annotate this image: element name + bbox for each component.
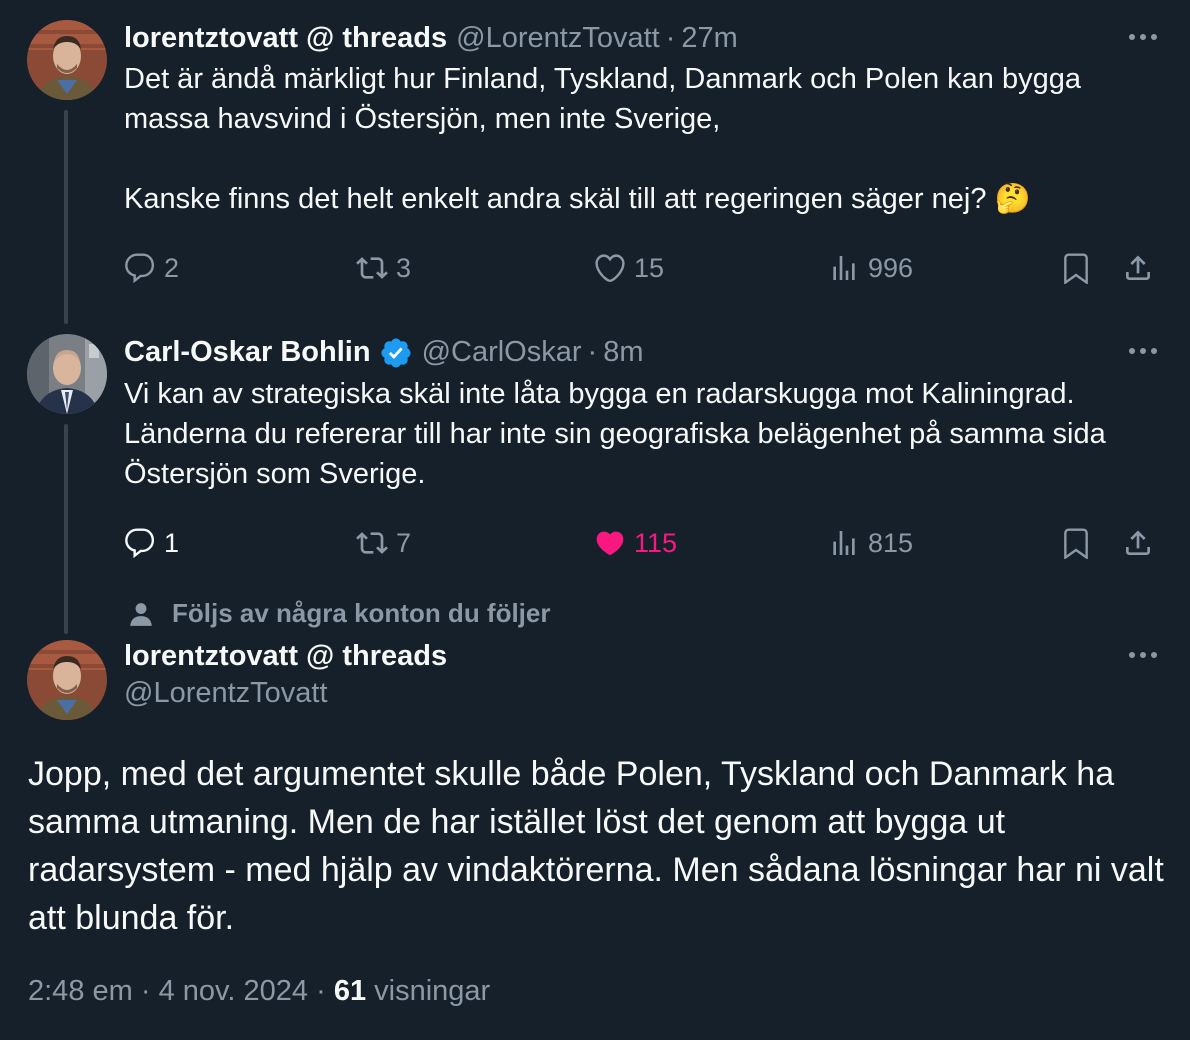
share-button[interactable] [1122,250,1154,286]
views-icon [833,531,855,555]
separator-dot: · [316,975,326,1007]
main-tweet-text: Jopp, med det argumentet skulle både Pol… [28,755,1164,937]
more-icon[interactable] [1126,22,1160,52]
author-name[interactable]: lorentztovatt @ threads [124,640,1160,673]
separator-dot: · [587,336,598,368]
tweet-text: Det är ändå märkligt hur Finland, Tyskla… [124,63,1081,215]
reply-icon [125,528,155,559]
author-handle[interactable]: @LorentzTovatt [124,677,1160,710]
retweet-count: 7 [396,527,412,558]
avatar-lorentztovatt[interactable] [27,640,107,720]
author-name[interactable]: lorentztovatt @ threads [124,22,447,55]
tweet-meta: 2:48 em · 4 nov. 2024 · 61 visningar [28,975,490,1008]
tweet-1[interactable]: lorentztovatt @ threads @LorentzTovatt ·… [124,22,1160,312]
bookmark-icon [1064,528,1088,559]
bookmark-icon [1064,253,1088,284]
tweet-actions: 1 7 115 815 [124,525,1160,561]
tweet-text: Vi kan av strategiska skäl inte låta byg… [124,378,1114,490]
thread-line-1 [64,110,68,324]
retweet-icon [356,532,388,554]
main-tweet-header: lorentztovatt @ threads @LorentzTovatt [124,640,1160,710]
tweet-header: lorentztovatt @ threads @LorentzTovatt ·… [124,22,1160,55]
like-count: 115 [634,527,678,558]
retweet-button[interactable]: 7 [356,525,411,561]
heart-icon [596,531,624,556]
reply-button[interactable]: 2 [124,250,179,286]
tweet-actions: 2 3 15 996 [124,250,1160,286]
like-button[interactable]: 15 [594,250,664,286]
separator-dot: · [140,975,151,1007]
author-handle[interactable]: @LorentzTovatt [456,22,660,55]
views-button[interactable]: 996 [828,250,913,286]
reply-count: 1 [164,527,180,558]
verified-icon [381,338,411,368]
person-icon [130,602,152,626]
retweet-icon [356,257,388,279]
more-icon[interactable] [1126,640,1160,670]
like-button[interactable]: 115 [594,525,677,561]
reply-button[interactable]: 1 [124,525,179,561]
like-count: 15 [634,252,665,283]
avatar-carl-oskar[interactable] [27,334,107,414]
thread-line-2 [64,424,68,634]
heart-icon [595,254,625,283]
tweet-time[interactable]: 27m [681,22,737,55]
share-icon [1126,530,1150,555]
author-handle[interactable]: @CarlOskar [422,336,582,369]
avatar-lorentztovatt[interactable] [27,20,107,100]
social-context-text: Följs av några konton du följer [172,598,551,628]
reply-icon [125,253,155,284]
retweet-count: 3 [396,252,412,283]
views-label: visningar [374,975,491,1007]
tweet-time[interactable]: 2:48 em [28,975,133,1007]
separator-dot: · [665,22,676,54]
tweet-header: Carl-Oskar Bohlin @CarlOskar · 8m [124,336,1160,370]
share-icon [1126,255,1150,280]
views-count: 815 [868,527,914,558]
bookmark-button[interactable] [1060,525,1092,561]
views-button[interactable]: 815 [828,525,913,561]
tweet-date[interactable]: 4 nov. 2024 [159,975,308,1007]
share-button[interactable] [1122,525,1154,561]
social-context: Följs av några konton du följer [128,598,551,629]
reply-count: 2 [164,252,180,283]
retweet-button[interactable]: 3 [356,250,411,286]
views-count: 61 [333,975,367,1007]
bookmark-button[interactable] [1060,250,1092,286]
views-count: 996 [868,252,914,283]
more-icon[interactable] [1126,336,1160,366]
tweet-time[interactable]: 8m [603,336,643,369]
tweet-2[interactable]: Carl-Oskar Bohlin @CarlOskar · 8m Vi kan… [124,336,1160,586]
author-name[interactable]: Carl-Oskar Bohlin [124,336,371,369]
views-icon [833,256,855,280]
